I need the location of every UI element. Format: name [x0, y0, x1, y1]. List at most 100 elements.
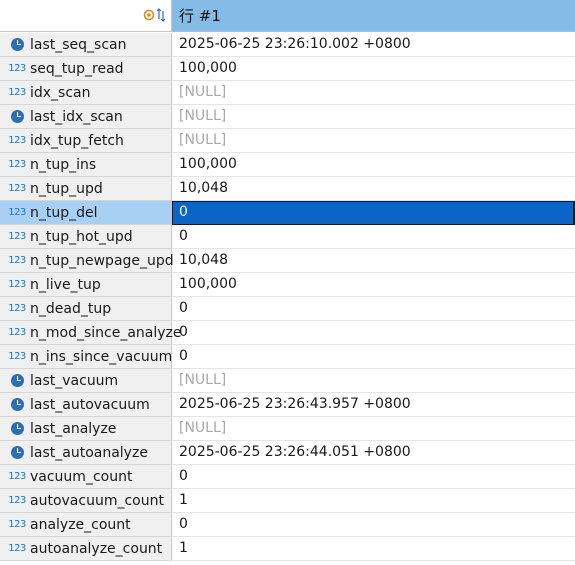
value-cell[interactable]: 100,000 — [172, 57, 575, 81]
table-row[interactable]: last_vacuum [NULL] — [0, 369, 575, 393]
row-header-cell[interactable]: 123 n_dead_tup — [0, 297, 172, 321]
table-row[interactable]: 123 n_live_tup 100,000 — [0, 273, 575, 297]
row-header-cell[interactable]: last_autovacuum — [0, 393, 172, 417]
table-row[interactable]: 123 n_tup_hot_upd 0 — [0, 225, 575, 249]
value-cell[interactable]: [NULL] — [172, 81, 575, 105]
value-cell[interactable]: [NULL] — [172, 129, 575, 153]
table-row[interactable]: last_autovacuum 2025-06-25 23:26:43.957 … — [0, 393, 575, 417]
value-cell[interactable]: 2025-06-25 23:26:44.051 +0800 — [172, 441, 575, 465]
value-cell[interactable]: 10,048 — [172, 177, 575, 201]
value-cell[interactable]: 1 — [172, 537, 575, 561]
column-name: n_tup_hot_upd — [30, 228, 133, 245]
row-header-cell[interactable]: last_autoanalyze — [0, 441, 172, 465]
sort-icon[interactable] — [157, 8, 165, 22]
numeric-123-icon: 123 — [8, 543, 26, 554]
row-header-cell[interactable]: last_idx_scan — [0, 105, 172, 129]
row-header-cell[interactable]: 123 n_live_tup — [0, 273, 172, 297]
row-header-cell[interactable]: 123 vacuum_count — [0, 465, 172, 489]
value-cell[interactable]: 0 — [172, 225, 575, 249]
row-header-cell[interactable]: 123 n_tup_hot_upd — [0, 225, 172, 249]
value-cell[interactable]: 0 — [172, 345, 575, 369]
row-header-cell[interactable]: 123 n_ins_since_vacuum — [0, 345, 172, 369]
table-row[interactable]: 123 idx_tup_fetch [NULL] — [0, 129, 575, 153]
table-row[interactable]: last_analyze [NULL] — [0, 417, 575, 441]
row-header-cell[interactable]: 123 autovacuum_count — [0, 489, 172, 513]
column-name: last_seq_scan — [30, 36, 127, 53]
row-header-cell[interactable]: 123 autoanalyze_count — [0, 537, 172, 561]
value-cell[interactable]: 0 — [172, 297, 575, 321]
datetime-clock-icon — [6, 398, 28, 411]
table-row[interactable]: 123 vacuum_count 0 — [0, 465, 575, 489]
column-name: vacuum_count — [30, 468, 133, 485]
numeric-123-icon: 123 — [8, 495, 26, 506]
table-row[interactable]: 123 autoanalyze_count 1 — [0, 537, 575, 561]
value-cell[interactable]: 0 — [172, 513, 575, 537]
value-cell[interactable]: 0 — [172, 321, 575, 345]
row-header-cell[interactable]: last_vacuum — [0, 369, 172, 393]
datetime-clock-icon — [6, 110, 28, 123]
numeric-type-icon: 123 — [6, 351, 28, 362]
row-header-cell[interactable]: 123 n_tup_upd — [0, 177, 172, 201]
numeric-123-icon: 123 — [8, 351, 26, 362]
column-name: autoanalyze_count — [30, 540, 163, 557]
table-row[interactable]: 123 idx_scan [NULL] — [0, 81, 575, 105]
table-row[interactable]: 123 n_tup_newpage_upd 10,048 — [0, 249, 575, 273]
clock-icon — [10, 446, 24, 459]
value-cell[interactable]: 10,048 — [172, 249, 575, 273]
table-row[interactable]: 123 autovacuum_count 1 — [0, 489, 575, 513]
clock-icon — [10, 422, 24, 435]
numeric-type-icon: 123 — [6, 279, 28, 290]
value-cell[interactable]: 2025-06-25 23:26:10.002 +0800 — [172, 33, 575, 57]
filter-settings-icon[interactable] — [143, 9, 155, 21]
numeric-type-icon: 123 — [6, 255, 28, 266]
row-header-cell[interactable]: last_seq_scan — [0, 33, 172, 57]
value-cell[interactable]: [NULL] — [172, 417, 575, 441]
row-header-cell[interactable]: 123 analyze_count — [0, 513, 172, 537]
row-header-cell[interactable]: 123 seq_tup_read — [0, 57, 172, 81]
table-row[interactable]: last_seq_scan 2025-06-25 23:26:10.002 +0… — [0, 33, 575, 57]
value-cell[interactable]: 0 — [172, 465, 575, 489]
value-cell[interactable]: [NULL] — [172, 369, 575, 393]
column-name: n_mod_since_analyze — [30, 324, 182, 341]
table-row[interactable]: 123 n_mod_since_analyze 0 — [0, 321, 575, 345]
row-header-cell[interactable]: 123 idx_tup_fetch — [0, 129, 172, 153]
row-header-cell[interactable]: 123 idx_scan — [0, 81, 172, 105]
table-row[interactable]: 123 seq_tup_read 100,000 — [0, 57, 575, 81]
value-cell[interactable]: 2025-06-25 23:26:43.957 +0800 — [172, 393, 575, 417]
row-header-cell[interactable]: 123 n_mod_since_analyze — [0, 321, 182, 345]
numeric-type-icon: 123 — [6, 207, 28, 218]
numeric-123-icon: 123 — [8, 207, 26, 218]
value-cell[interactable]: [NULL] — [172, 105, 575, 129]
numeric-123-icon: 123 — [8, 255, 26, 266]
column-header-row-1[interactable]: 行 #1 — [172, 0, 575, 32]
table-row[interactable]: 123 n_tup_upd 10,048 — [0, 177, 575, 201]
clock-icon — [10, 374, 24, 387]
value-cell[interactable]: 100,000 — [172, 273, 575, 297]
table-row[interactable]: last_autoanalyze 2025-06-25 23:26:44.051… — [0, 441, 575, 465]
numeric-type-icon: 123 — [6, 231, 28, 242]
column-name: n_ins_since_vacuum — [30, 348, 173, 365]
column-name: n_tup_del — [30, 204, 98, 221]
value-cell[interactable]: 1 — [172, 489, 575, 513]
numeric-123-icon: 123 — [8, 63, 26, 74]
value-cell[interactable]: 100,000 — [172, 153, 575, 177]
numeric-type-icon: 123 — [6, 327, 28, 338]
table-row[interactable]: 123 n_dead_tup 0 — [0, 297, 575, 321]
column-name: n_live_tup — [30, 276, 101, 293]
column-name: last_analyze — [30, 420, 117, 437]
table-row[interactable]: 123 n_ins_since_vacuum 0 — [0, 345, 575, 369]
table-row[interactable]: 123 analyze_count 0 — [0, 513, 575, 537]
table-row[interactable]: 123 n_tup_ins 100,000 — [0, 153, 575, 177]
table-row[interactable]: 123 n_tup_del 0 — [0, 201, 575, 225]
column-name: last_autovacuum — [30, 396, 150, 413]
row-header-cell[interactable]: 123 n_tup_ins — [0, 153, 172, 177]
row-header-cell[interactable]: last_analyze — [0, 417, 172, 441]
datetime-clock-icon — [6, 422, 28, 435]
value-cell[interactable]: 0 — [172, 201, 575, 225]
row-header-cell[interactable]: 123 n_tup_del — [0, 201, 172, 225]
table-row[interactable]: last_idx_scan [NULL] — [0, 105, 575, 129]
grid-header: 行 #1 — [0, 0, 575, 32]
row-header-cell[interactable]: 123 n_tup_newpage_upd — [0, 249, 174, 273]
column-name: last_autoanalyze — [30, 444, 148, 461]
numeric-123-icon: 123 — [8, 183, 26, 194]
